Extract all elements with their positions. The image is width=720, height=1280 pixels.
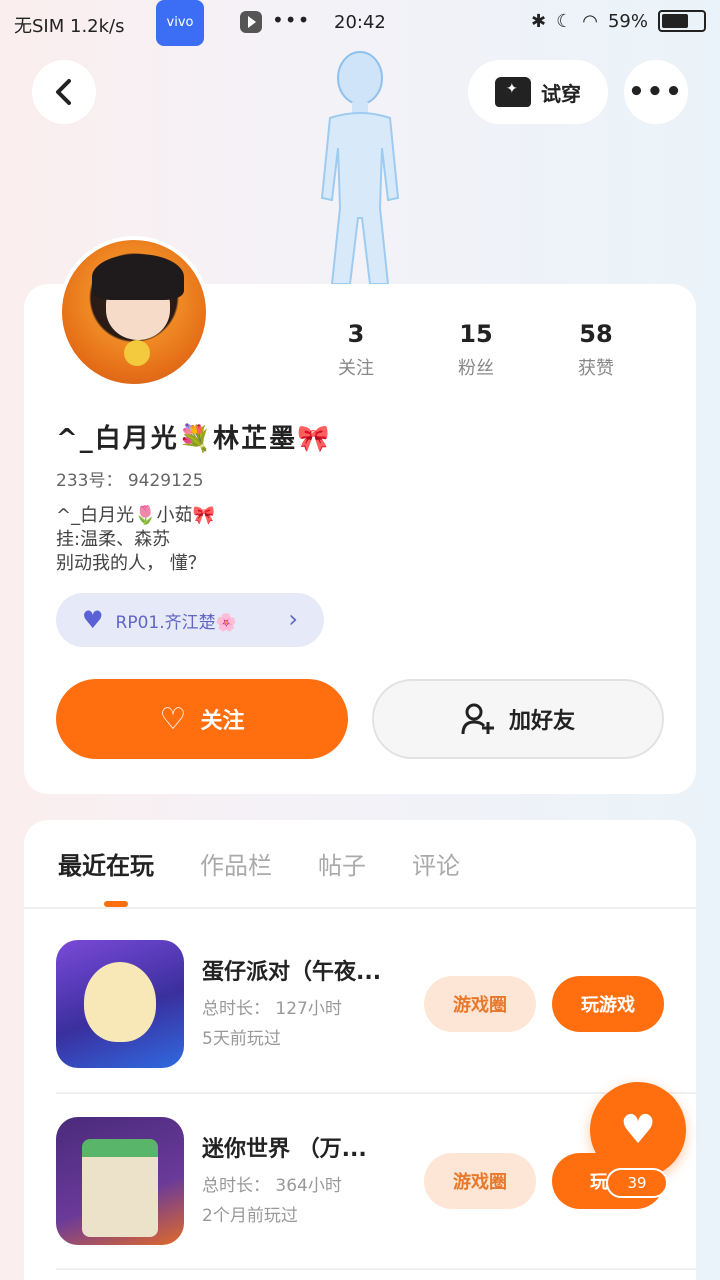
divider xyxy=(56,1268,696,1270)
bell-icon xyxy=(124,340,150,366)
like-fab-button[interactable]: ♥ xyxy=(590,1082,686,1178)
game-last-played: 5天前玩过 xyxy=(202,1029,281,1049)
bluetooth-icon: ✱ xyxy=(531,10,547,32)
game-duration: 总时长： 364小时 xyxy=(202,1176,342,1196)
stat-value: 58 xyxy=(579,320,613,348)
hologram-avatar-figure xyxy=(320,51,400,285)
more-dots-icon: ••• xyxy=(628,77,684,107)
carrier-text: 无SIM 1.2k/s xyxy=(14,16,125,37)
shirt-icon xyxy=(495,77,531,107)
profile-nickname: ^_白月光💐林芷墨🎀 xyxy=(56,424,332,454)
vivo-app-icon: vivo xyxy=(156,0,204,46)
like-count-badge: 39 xyxy=(606,1168,668,1198)
more-button[interactable]: ••• xyxy=(624,60,688,124)
follow-button[interactable]: ♡ 关注 xyxy=(56,679,348,759)
game-circle-button[interactable]: 游戏圈 xyxy=(424,976,536,1032)
back-button[interactable] xyxy=(32,60,96,124)
game-meta: 总时长： 364小时 2个月前玩过 xyxy=(202,1171,342,1231)
profile-bio: ^_白月光🌷小茹🎀 挂:温柔、森苏 别动我的人， 懂？ xyxy=(56,505,215,574)
game-title: 迷你世界 （万... xyxy=(202,1137,367,1162)
game-row[interactable]: 蛋仔派对（午夜... 总时长： 127小时 5天前玩过 游戏圈 玩游戏 xyxy=(56,940,676,1070)
relationship-pill[interactable]: ♥ RP01.齐江楚🌸 › xyxy=(56,593,324,647)
game-duration: 总时长： 127小时 xyxy=(202,999,342,1019)
stat-following[interactable]: 3 关注 xyxy=(296,320,416,380)
status-icons: ✱ ☾ ◠ 59% xyxy=(531,10,706,32)
profile-stats: 3 关注 15 粉丝 58 获赞 xyxy=(296,320,656,380)
stat-label: 获赞 xyxy=(578,358,614,379)
game-meta: 总时长： 127小时 5天前玩过 xyxy=(202,994,342,1054)
heart-plus-icon: ♡ xyxy=(159,701,187,737)
game-icon-eggy-party[interactable] xyxy=(56,940,184,1068)
heart-icon: ♥ xyxy=(620,1107,656,1153)
stat-fans[interactable]: 15 粉丝 xyxy=(416,320,536,380)
follow-label: 关注 xyxy=(200,709,245,734)
clock: 20:42 xyxy=(334,12,386,33)
game-icon-mini-world[interactable] xyxy=(56,1117,184,1245)
status-bar: 无SIM 1.2k/s vivo ••• 20:42 ✱ ☾ ◠ 59% xyxy=(0,0,720,46)
more-notifications-icon: ••• xyxy=(272,8,311,32)
avatar[interactable] xyxy=(58,236,210,388)
divider xyxy=(24,907,696,909)
game-row[interactable]: 迷你世界 （万... 总时长： 364小时 2个月前玩过 游戏圈 玩游 xyxy=(56,1117,676,1247)
profile-tabs: 最近在玩 作品栏 帖子 评论 xyxy=(58,846,460,881)
stat-label: 关注 xyxy=(338,358,374,379)
moon-icon: ☾ xyxy=(556,10,573,32)
play-game-button[interactable]: 玩游戏 xyxy=(552,976,664,1032)
tab-posts[interactable]: 帖子 xyxy=(318,846,366,881)
battery-icon xyxy=(658,10,706,32)
stat-value: 15 xyxy=(459,320,493,348)
purple-heart-icon: ♥ xyxy=(82,606,104,634)
chevron-left-icon xyxy=(56,79,71,105)
tab-works[interactable]: 作品栏 xyxy=(200,846,272,881)
stat-label: 粉丝 xyxy=(458,358,494,379)
battery-percent: 59% xyxy=(607,10,648,32)
try-on-button[interactable]: 试穿 xyxy=(468,60,608,124)
add-friend-label: 加好友 xyxy=(508,709,575,734)
wifi-icon: ◠ xyxy=(582,10,598,32)
game-last-played: 2个月前玩过 xyxy=(202,1206,298,1226)
game-circle-button[interactable]: 游戏圈 xyxy=(424,1153,536,1209)
tab-comments[interactable]: 评论 xyxy=(412,846,460,881)
relationship-label: RP01.齐江楚🌸 xyxy=(115,612,237,633)
stat-likes[interactable]: 58 获赞 xyxy=(536,320,656,380)
game-title: 蛋仔派对（午夜... xyxy=(202,960,382,985)
chevron-right-icon: › xyxy=(288,605,298,633)
add-friend-button[interactable]: 加好友 xyxy=(372,679,664,759)
divider xyxy=(56,1092,696,1094)
stat-value: 3 xyxy=(347,320,365,348)
media-play-icon xyxy=(240,11,262,33)
try-on-label: 试穿 xyxy=(541,81,581,106)
user-plus-icon xyxy=(461,703,494,735)
tab-recently-played[interactable]: 最近在玩 xyxy=(58,846,154,881)
profile-uid: 233号： 9429125 xyxy=(56,471,204,491)
